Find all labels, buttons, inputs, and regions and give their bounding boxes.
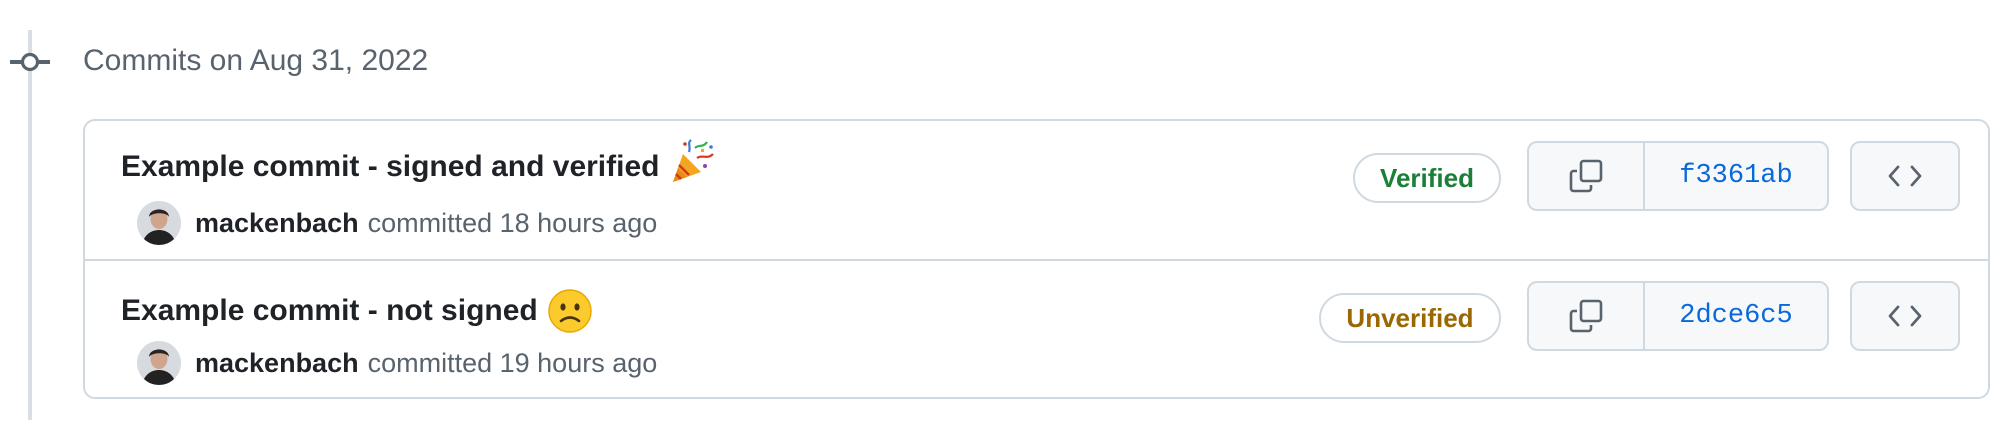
browse-repository-button[interactable] [1850, 141, 1960, 211]
avatar[interactable] [137, 341, 181, 385]
commit-sha-button-group: 2dce6c5 [1527, 281, 1829, 351]
commit-meta: mackenbach committed 18 hours ago [137, 199, 657, 247]
party-popper-icon [673, 139, 715, 182]
copy-icon [1569, 159, 1603, 193]
code-icon [1888, 305, 1922, 327]
verified-badge[interactable]: Verified [1353, 153, 1501, 203]
commit-title: Example commit - not signed [121, 287, 594, 335]
browse-repository-button[interactable] [1850, 281, 1960, 351]
commit-author-link[interactable]: mackenbach [195, 348, 359, 379]
commit-sha-link[interactable]: f3361ab [1645, 143, 1827, 209]
unverified-badge[interactable]: Unverified [1319, 293, 1501, 343]
commit-row: Example commit - not signed mackenbach c… [85, 259, 1988, 397]
commit-message-link[interactable]: Example commit - not signed [121, 291, 538, 331]
slightly-frowning-face-icon [547, 289, 592, 333]
commit-time: committed 19 hours ago [367, 347, 658, 378]
commit-group-title: Commits on Aug 31, 2022 [83, 44, 429, 77]
code-icon [1888, 165, 1922, 187]
commit-message-link[interactable]: Example commit - signed and verified [121, 147, 659, 187]
avatar-portrait [137, 341, 181, 385]
commit-meta: mackenbach committed 19 hours ago [137, 339, 657, 387]
copy-sha-button[interactable] [1529, 143, 1645, 209]
git-commit-icon [10, 52, 50, 72]
commit-sha-link[interactable]: 2dce6c5 [1645, 283, 1827, 349]
commit-row: Example commit - signed and verified mac… [85, 121, 1988, 259]
commit-author-link[interactable]: mackenbach [195, 208, 359, 239]
avatar[interactable] [137, 201, 181, 245]
copy-icon [1569, 299, 1603, 333]
avatar-portrait [137, 201, 181, 245]
timeline-line [28, 30, 32, 420]
copy-sha-button[interactable] [1529, 283, 1645, 349]
commit-title: Example commit - signed and verified [121, 139, 715, 187]
commit-list: Example commit - signed and verified mac… [83, 119, 1990, 399]
commit-time: committed 18 hours ago [367, 207, 658, 238]
commit-sha-button-group: f3361ab [1527, 141, 1829, 211]
